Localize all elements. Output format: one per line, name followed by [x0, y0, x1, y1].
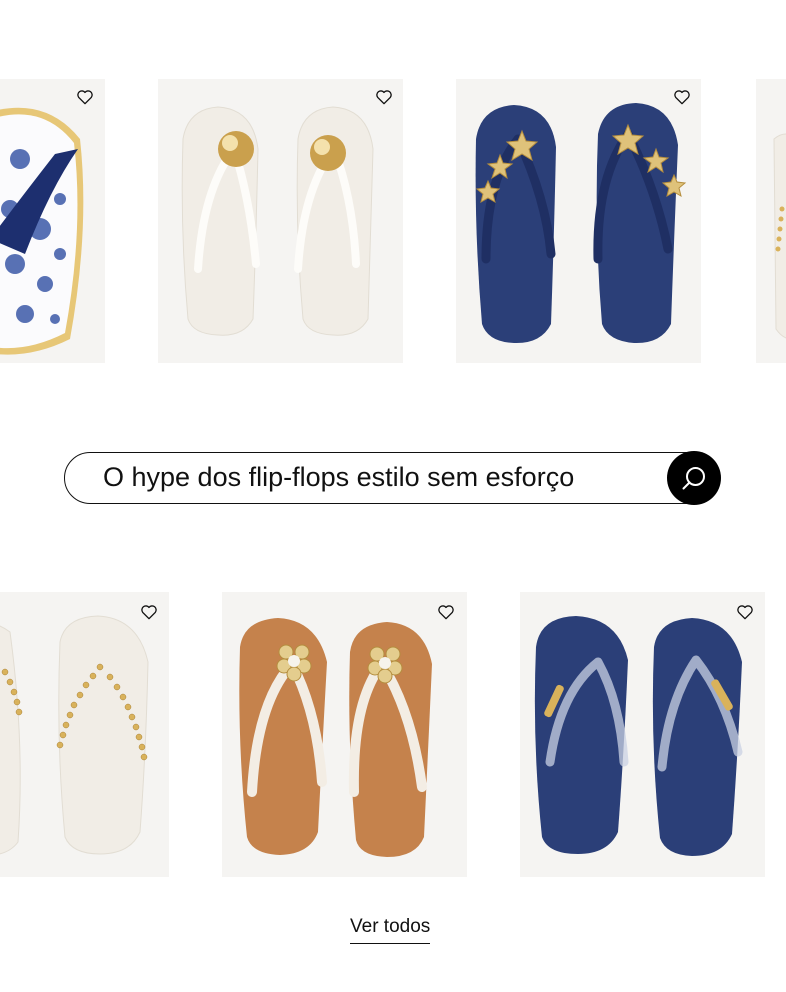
product-card-navy-clear[interactable] — [520, 592, 765, 877]
product-card-cream-sphere[interactable] — [158, 79, 403, 363]
product-image — [520, 592, 765, 877]
product-card-navy-starfish[interactable] — [456, 79, 701, 363]
favorite-heart-icon[interactable] — [672, 87, 692, 107]
product-card-cream-chain[interactable] — [0, 592, 169, 877]
search-bar[interactable]: O hype dos flip-flops estilo sem esforço — [64, 451, 721, 505]
search-button[interactable] — [667, 451, 721, 505]
favorite-heart-icon[interactable] — [139, 602, 159, 622]
favorite-heart-icon[interactable] — [75, 87, 95, 107]
product-image — [456, 79, 701, 363]
search-icon — [682, 467, 705, 490]
product-card-blue-patterned[interactable] — [0, 79, 105, 363]
ver-todos-link[interactable]: Ver todos — [350, 916, 431, 944]
product-image — [158, 79, 403, 363]
favorite-heart-icon[interactable] — [735, 602, 755, 622]
product-card-caramel-flower[interactable] — [222, 592, 467, 877]
product-image — [222, 592, 467, 877]
product-card-partial[interactable] — [756, 79, 786, 363]
favorite-heart-icon[interactable] — [436, 602, 456, 622]
product-image — [0, 79, 105, 363]
favorite-heart-icon[interactable] — [374, 87, 394, 107]
product-image — [0, 592, 169, 877]
search-text: O hype dos flip-flops estilo sem esforço — [103, 462, 575, 492]
product-image — [756, 79, 786, 363]
